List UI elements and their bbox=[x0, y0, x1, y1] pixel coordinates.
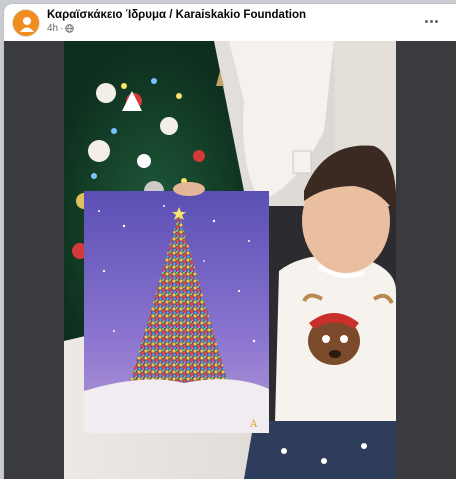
photo-scene: A bbox=[4, 41, 456, 479]
foundation-logo-icon bbox=[13, 10, 39, 36]
painting-signature: A bbox=[249, 419, 258, 430]
more-options-dot bbox=[424, 19, 428, 23]
page-avatar[interactable] bbox=[12, 9, 40, 37]
globe-icon[interactable] bbox=[65, 24, 75, 33]
page-name[interactable]: Καραϊσκάκειο Ίδρυμα / Karaiskakio Founda… bbox=[47, 9, 306, 21]
post-card: Καραϊσκάκειο Ίδρυμα / Karaiskakio Founda… bbox=[4, 4, 456, 479]
painted-snow bbox=[84, 379, 269, 433]
photo-frame-right bbox=[396, 41, 456, 479]
wall-switch bbox=[292, 150, 312, 174]
more-options-button[interactable] bbox=[420, 12, 442, 30]
more-options-dot bbox=[429, 19, 433, 23]
meta-separator: · bbox=[60, 23, 64, 34]
photo-frame-left bbox=[4, 41, 64, 479]
post-meta: 4h · bbox=[47, 23, 75, 34]
more-options-dot bbox=[434, 19, 438, 23]
post-header: Καραϊσκάκειο Ίδρυμα / Karaiskakio Founda… bbox=[4, 4, 456, 42]
hand bbox=[173, 182, 205, 196]
post-timestamp[interactable]: 4h bbox=[47, 23, 58, 34]
painting: A bbox=[84, 191, 269, 433]
post-photo[interactable]: A bbox=[4, 41, 456, 479]
